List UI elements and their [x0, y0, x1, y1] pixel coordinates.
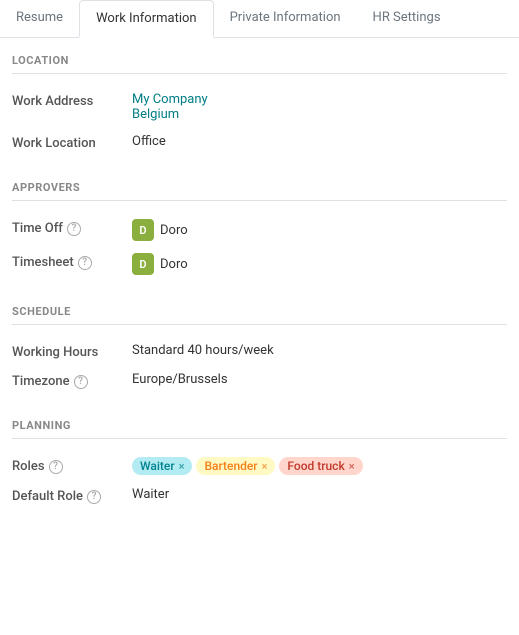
roles-value: Waiter × Bartender × Food truck × [132, 457, 507, 475]
role-tag-waiter-remove[interactable]: × [179, 460, 185, 473]
role-tag-food-truck-remove[interactable]: × [349, 460, 355, 473]
tab-resume[interactable]: Resume [0, 0, 79, 38]
timezone-label: Timezone ? [12, 372, 132, 389]
default-role-value: Waiter [132, 487, 507, 502]
roles-row: Roles ? Waiter × Bartender × Food truck … [12, 451, 507, 481]
role-tag-waiter-label: Waiter [140, 459, 175, 473]
time-off-value: D Doro [132, 219, 507, 241]
role-tag-food-truck-label: Food truck [287, 459, 344, 473]
time-off-label: Time Off ? [12, 219, 132, 236]
timezone-help-icon[interactable]: ? [74, 375, 88, 389]
planning-section-title: PLANNING [12, 403, 507, 439]
tab-hr-settings[interactable]: HR Settings [357, 0, 457, 38]
roles-help-icon[interactable]: ? [49, 460, 63, 474]
default-role-help-icon[interactable]: ? [87, 490, 101, 504]
work-address-row: Work Address My Company Belgium [12, 86, 507, 128]
approvers-section-title: APPROVERS [12, 165, 507, 201]
work-address-country[interactable]: Belgium [132, 107, 507, 122]
working-hours-value: Standard 40 hours/week [132, 343, 507, 358]
time-off-row: Time Off ? D Doro [12, 213, 507, 247]
work-location-row: Work Location Office [12, 128, 507, 157]
tab-bar: Resume Work Information Private Informat… [0, 0, 519, 38]
tab-work-information[interactable]: Work Information [79, 0, 214, 38]
timesheet-value: D Doro [132, 253, 507, 275]
timezone-row: Timezone ? Europe/Brussels [12, 366, 507, 395]
timezone-value: Europe/Brussels [132, 372, 507, 387]
timesheet-label: Timesheet ? [12, 253, 132, 270]
time-off-avatar: D [132, 219, 154, 241]
timesheet-name[interactable]: Doro [160, 257, 188, 272]
timesheet-row: Timesheet ? D Doro [12, 247, 507, 281]
work-location-label: Work Location [12, 134, 132, 151]
role-tag-bartender-label: Bartender [204, 459, 257, 473]
timesheet-avatar: D [132, 253, 154, 275]
location-section-title: LOCATION [12, 38, 507, 74]
roles-label: Roles ? [12, 457, 132, 474]
main-content: LOCATION Work Address My Company Belgium… [0, 38, 519, 530]
working-hours-row: Working Hours Standard 40 hours/week [12, 337, 507, 366]
time-off-name[interactable]: Doro [160, 223, 188, 238]
role-tag-bartender-remove[interactable]: × [262, 460, 268, 473]
tab-private-information[interactable]: Private Information [214, 0, 357, 38]
time-off-approver: D Doro [132, 219, 507, 241]
default-role-row: Default Role ? Waiter [12, 481, 507, 510]
roles-tags: Waiter × Bartender × Food truck × [132, 457, 507, 475]
work-address-company[interactable]: My Company [132, 92, 507, 107]
work-address-label: Work Address [12, 92, 132, 109]
role-tag-bartender: Bartender × [196, 457, 275, 475]
time-off-help-icon[interactable]: ? [67, 222, 81, 236]
work-address-value: My Company Belgium [132, 92, 507, 122]
role-tag-food-truck: Food truck × [279, 457, 362, 475]
role-tag-waiter: Waiter × [132, 457, 192, 475]
timesheet-approver: D Doro [132, 253, 507, 275]
timesheet-help-icon[interactable]: ? [78, 256, 92, 270]
working-hours-label: Working Hours [12, 343, 132, 360]
schedule-section-title: SCHEDULE [12, 289, 507, 325]
work-location-value: Office [132, 134, 507, 149]
default-role-label: Default Role ? [12, 487, 132, 504]
